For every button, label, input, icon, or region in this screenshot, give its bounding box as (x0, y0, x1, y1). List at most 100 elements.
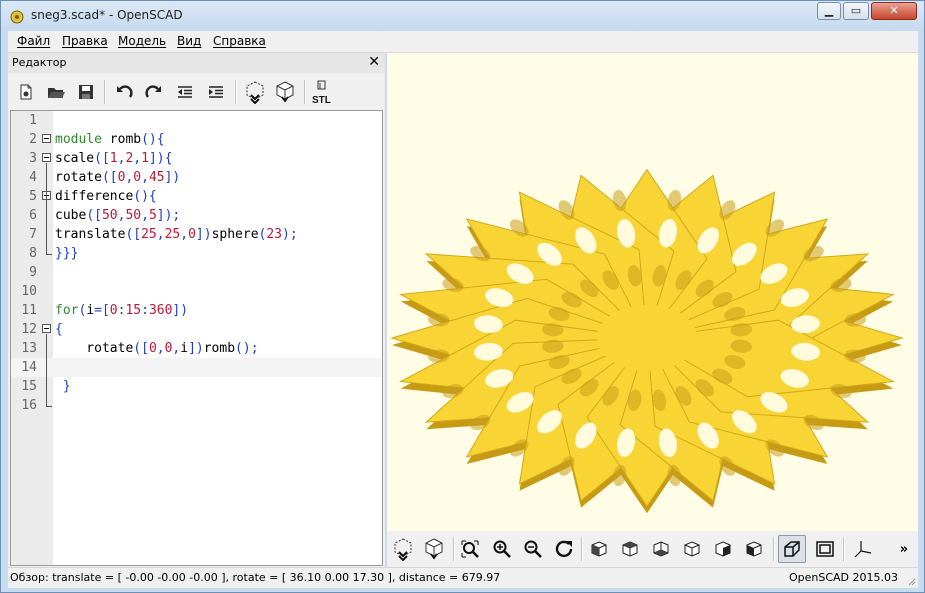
code-token: (){ (141, 132, 165, 147)
code-line[interactable]: 7 translate([25,25,0])sphere(23); (11, 225, 382, 244)
zoom-in-icon[interactable] (488, 535, 516, 563)
code-token: ]) (188, 341, 204, 356)
redo-icon[interactable] (141, 79, 167, 105)
view-all-icon[interactable] (456, 535, 484, 563)
code-line[interactable]: 14 (11, 358, 382, 377)
view-right-icon[interactable] (585, 535, 613, 563)
menu-design[interactable]: Модель (118, 34, 166, 48)
reset-view-icon[interactable] (550, 535, 578, 563)
fold-toggle-icon[interactable] (42, 153, 51, 162)
line-number: 4 (29, 170, 37, 185)
code-line[interactable]: 8}}} (11, 244, 382, 263)
render-icon[interactable] (420, 535, 448, 563)
fold-toggle-icon[interactable] (42, 324, 51, 333)
code-text: difference(){ (55, 187, 157, 206)
code-token: }}} (55, 246, 79, 261)
line-number: 9 (29, 265, 37, 280)
editor-panel: Редактор ✕ STL 1 2 module romb(){3 scal… (8, 53, 385, 567)
fold-toggle-icon[interactable] (42, 134, 51, 143)
view-left-icon[interactable] (678, 535, 706, 563)
status-bar: Обзор: translate = [ -0.00 -0.00 -0.00 ]… (8, 567, 918, 588)
code-text: module romb(){ (55, 130, 165, 149)
close-panel-icon[interactable]: ✕ (368, 54, 380, 70)
line-number: 2 (29, 132, 37, 147)
code-line[interactable]: 11 for(i=[0:15:360]) (11, 301, 382, 320)
code-text: } (55, 377, 71, 396)
editor-panel-title: Редактор (12, 56, 67, 69)
code-token: 23 (266, 227, 283, 242)
code-token: ([ (86, 208, 102, 223)
line-number: 16 (21, 398, 37, 413)
perspective-icon[interactable] (778, 535, 806, 563)
view-back-icon[interactable] (740, 535, 768, 563)
preview-icon[interactable] (389, 535, 417, 563)
code-line[interactable]: 1 (11, 111, 382, 130)
preview-icon[interactable] (242, 79, 268, 105)
menu-file[interactable]: Файл (17, 34, 50, 48)
more-icon[interactable]: » (890, 535, 918, 563)
code-token: scale (55, 151, 95, 166)
code-token: ([ (125, 227, 142, 242)
fold-guide (46, 163, 47, 254)
code-line[interactable]: 12 { (11, 320, 382, 339)
line-number: 15 (21, 379, 37, 394)
line-number: 14 (21, 360, 37, 375)
show-axes-icon[interactable] (849, 535, 877, 563)
code-token: ]) (195, 227, 212, 242)
code-line[interactable]: 13 rotate([0,0,i])romb(); (11, 339, 382, 358)
code-token: module (55, 132, 102, 147)
resize-grip-icon[interactable] (906, 576, 916, 586)
view-bottom-icon[interactable] (647, 535, 675, 563)
line-number: 8 (29, 246, 37, 261)
line-number: 3 (29, 151, 37, 166)
version-text: OpenSCAD 2015.03 (788, 571, 898, 584)
minimize-button[interactable]: ▁ (817, 2, 841, 20)
export-stl-icon[interactable]: STL (309, 79, 335, 105)
menu-edit[interactable]: Правка (62, 34, 108, 48)
code-text: cube([50,50,5]); (55, 206, 180, 225)
code-text: }}} (55, 244, 78, 263)
code-token: , (141, 170, 149, 185)
code-line[interactable]: 6 cube([50,50,5]); (11, 206, 382, 225)
view-front-icon[interactable] (709, 535, 737, 563)
code-token: i (86, 303, 95, 318)
line-number: 12 (21, 322, 37, 337)
new-file-icon[interactable] (13, 79, 39, 105)
render-icon[interactable] (272, 79, 298, 105)
code-token: { (55, 322, 63, 337)
code-token: cube (55, 208, 87, 223)
code-text: { (55, 320, 63, 339)
menu-view[interactable]: Вид (177, 34, 201, 48)
orthogonal-icon[interactable] (811, 535, 839, 563)
code-editor[interactable]: 1 2 module romb(){3 scale([1,2,1]){4 rotate(… (10, 110, 383, 566)
code-line[interactable]: 5 difference(){ (11, 187, 382, 206)
code-token: rotate (55, 170, 102, 185)
code-token: translate (55, 227, 126, 242)
view-status-text: Обзор: translate = [ -0.00 -0.00 -0.00 ]… (10, 571, 501, 584)
editor-panel-header: Редактор ✕ (8, 53, 385, 73)
code-line[interactable]: 16 (11, 396, 382, 415)
view-top-icon[interactable] (616, 535, 644, 563)
code-line[interactable]: 3 scale([1,2,1]){ (11, 149, 382, 168)
3d-viewport[interactable] (387, 53, 918, 531)
code-token: 5 (148, 208, 157, 223)
open-file-icon[interactable] (43, 79, 69, 105)
code-token: 15 (125, 303, 142, 318)
code-line[interactable]: 4 rotate([0,0,45]) (11, 168, 382, 187)
code-line[interactable]: 10 (11, 282, 382, 301)
zoom-out-icon[interactable] (519, 535, 547, 563)
code-line[interactable]: 9 (11, 263, 382, 282)
code-token: , (180, 227, 189, 242)
unindent-icon[interactable] (172, 79, 198, 105)
code-token: ([ (101, 170, 118, 185)
undo-icon[interactable] (111, 79, 137, 105)
maximize-button[interactable]: ▭ (843, 2, 869, 20)
application-window: sneg3.scad* - OpenSCAD ▁ ▭ ✕ Файл Правка… (0, 0, 925, 593)
code-line[interactable]: 15 } (11, 377, 382, 396)
toolbar-separator (304, 80, 306, 104)
code-line[interactable]: 2 module romb(){ (11, 130, 382, 149)
save-icon[interactable] (73, 79, 99, 105)
indent-icon[interactable] (203, 79, 229, 105)
close-window-button[interactable]: ✕ (871, 2, 917, 20)
menu-help[interactable]: Справка (213, 34, 266, 48)
